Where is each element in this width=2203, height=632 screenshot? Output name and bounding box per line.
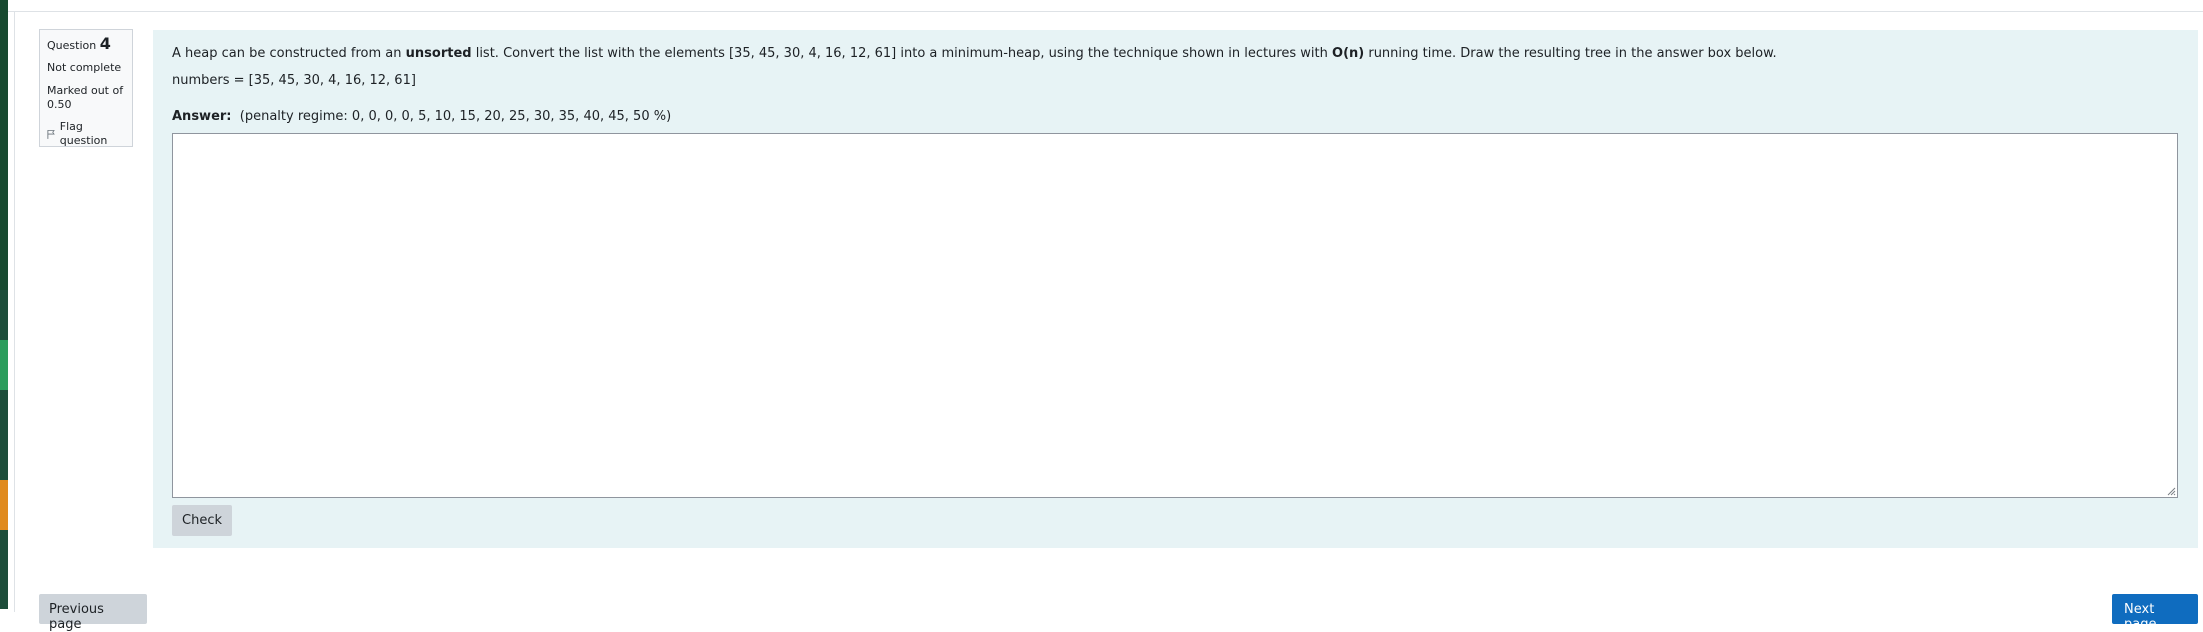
check-button[interactable]: Check	[172, 505, 232, 536]
question-label: Question	[47, 39, 97, 52]
strip-segment	[0, 0, 8, 290]
question-info-panel: Question 4 Not complete Marked out of 0.…	[39, 29, 133, 147]
question-text-part: list. Convert the list with the elements…	[471, 46, 1333, 61]
grade-value: 0.50	[47, 98, 72, 111]
question-text-bold: unsorted	[405, 46, 472, 61]
grade-label: Marked out of	[47, 84, 124, 97]
left-edge-strip	[0, 0, 8, 609]
answer-textarea[interactable]	[172, 133, 2178, 498]
answer-label: Answer:	[172, 109, 232, 124]
question-content: A heap can be constructed from an unsort…	[153, 30, 2198, 548]
question-text-part: A heap can be constructed from an	[172, 46, 406, 61]
flag-question-label: Flag question	[59, 120, 108, 147]
next-page-button[interactable]: Next page	[2112, 594, 2198, 632]
question-text-part: running time. Draw the resulting tree in…	[1364, 46, 1777, 61]
numbers-line: numbers = [35, 45, 30, 4, 16, 12, 61]	[172, 73, 416, 88]
previous-page-button[interactable]: Previous page	[39, 594, 147, 632]
question-number-value: 4	[99, 34, 111, 53]
question-text: A heap can be constructed from an unsort…	[172, 45, 1777, 63]
question-text-bold: O(n)	[1332, 46, 1365, 61]
strip-segment	[0, 340, 8, 390]
strip-segment	[0, 480, 8, 530]
question-number: Question 4	[47, 34, 125, 53]
penalty-regime: (penalty regime: 0, 0, 0, 0, 5, 10, 15, …	[239, 109, 672, 124]
question-grade: Marked out of 0.50	[47, 84, 125, 112]
resize-grip-icon[interactable]	[2166, 486, 2176, 496]
top-border	[8, 0, 2203, 12]
question-state: Not complete	[47, 61, 122, 74]
answer-heading: Answer: (penalty regime: 0, 0, 0, 0, 5, …	[172, 108, 671, 126]
flag-question-link[interactable]: Flag question	[47, 120, 125, 148]
flag-icon	[47, 129, 55, 139]
